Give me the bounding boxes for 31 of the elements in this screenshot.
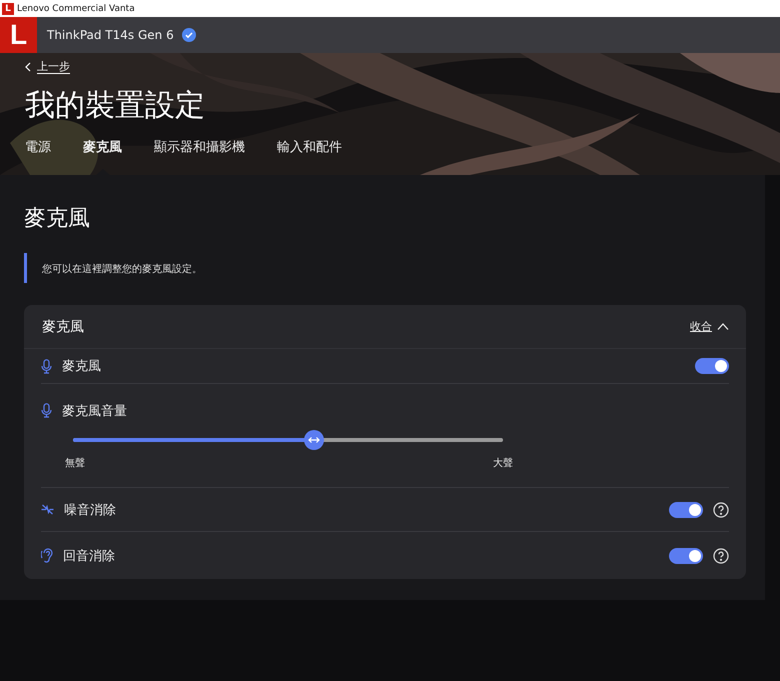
max-label: 大聲 [493, 456, 513, 470]
app-logo: L [0, 17, 37, 53]
setting-label: 麥克風音量 [62, 402, 128, 420]
help-icon[interactable] [713, 548, 729, 564]
nav-tab[interactable]: 電源 [25, 138, 51, 175]
back-icon [25, 62, 31, 72]
setting-label: 麥克風 [62, 358, 102, 375]
setting-label: 回音消除 [63, 548, 116, 564]
microphone-icon [41, 358, 52, 374]
help-icon[interactable] [713, 502, 729, 518]
chevron-icon [717, 323, 729, 330]
toggle-switch[interactable] [695, 358, 729, 374]
window-title: Lenovo Commercial Vanta [17, 4, 135, 14]
collapse-button[interactable]: 收合 [690, 319, 729, 334]
back-link[interactable]: 上一步 [25, 59, 70, 74]
toggle-switch[interactable] [669, 548, 703, 564]
device-name: ThinkPad T14s Gen 6 [47, 28, 174, 42]
microphone-icon [41, 403, 52, 418]
noise-cancel-icon [41, 504, 54, 515]
nav-tab[interactable]: 輸入和配件 [277, 138, 342, 175]
min-label: 無聲 [65, 456, 85, 470]
toggle-switch[interactable] [669, 502, 703, 518]
page-title: 我的裝置設定 [25, 88, 206, 124]
ear-icon [41, 548, 53, 563]
nav-tab[interactable]: 顯示器和攝影機 [154, 138, 245, 175]
note-text: 您可以在這裡調整您的麥克風設定。 [42, 264, 202, 275]
card-title: 麥克風 [42, 318, 84, 336]
slider-thumb[interactable] [304, 430, 324, 450]
app-icon: L [2, 2, 14, 14]
section-title: 麥克風 [24, 205, 91, 233]
setting-label: 噪音消除 [64, 502, 117, 518]
